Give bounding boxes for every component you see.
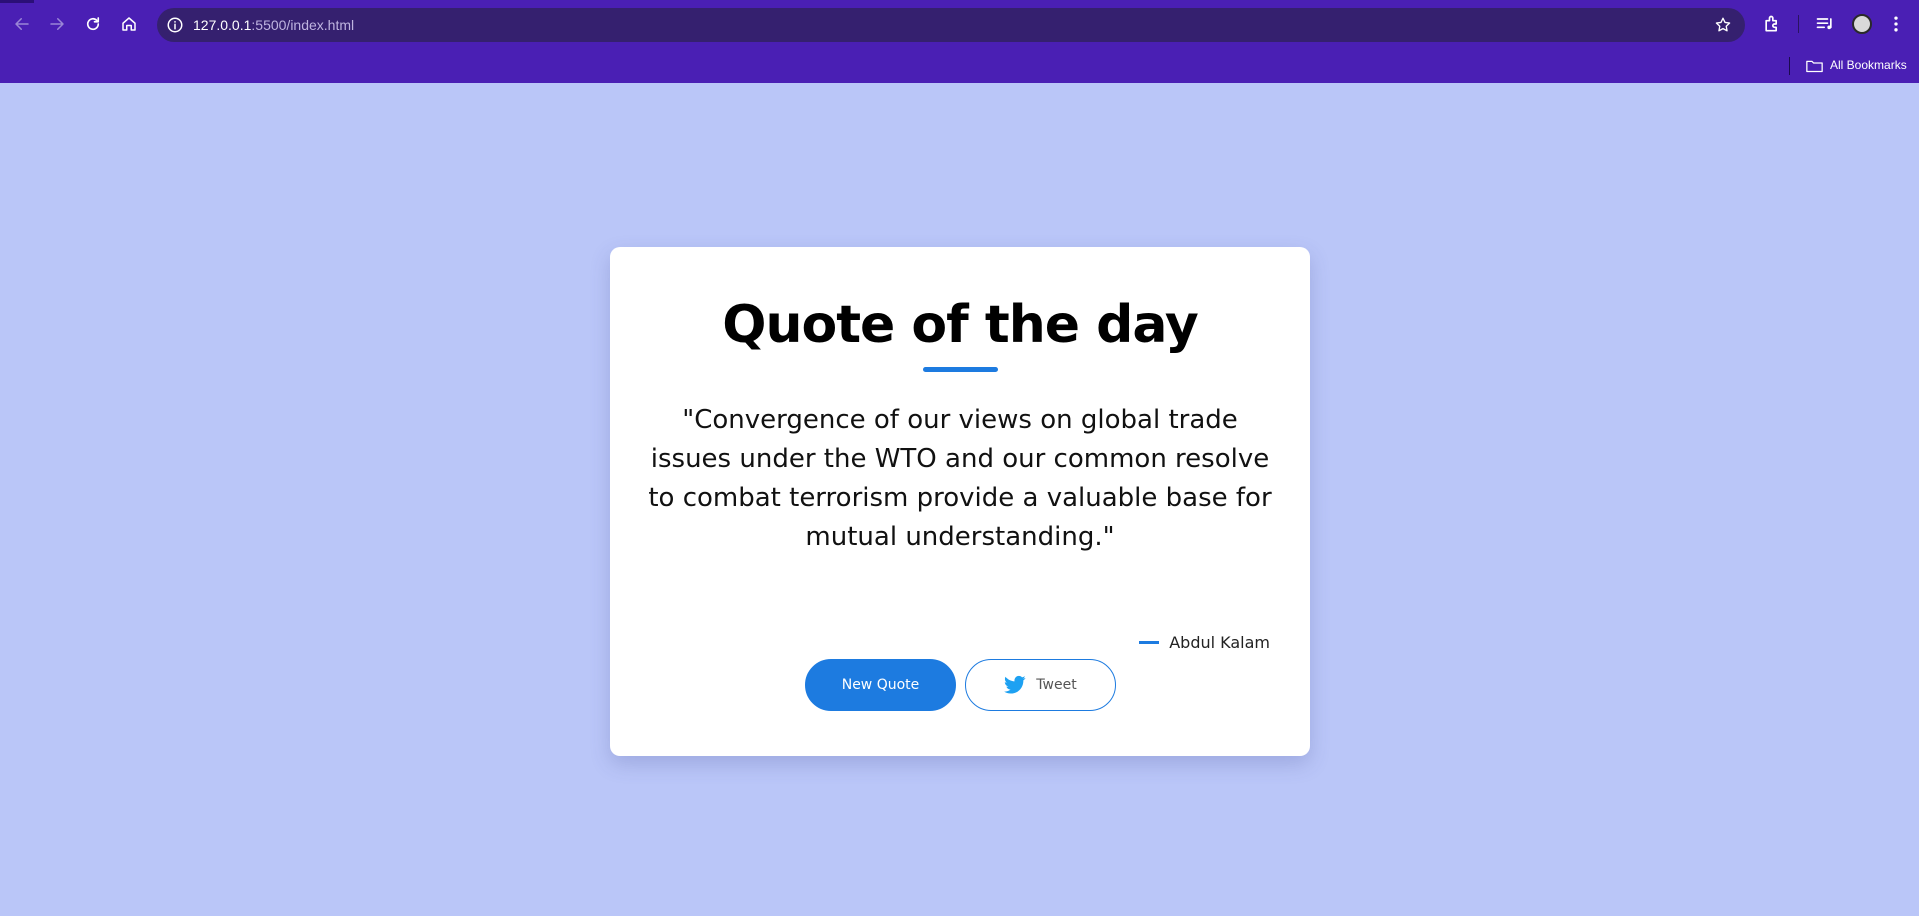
star-icon[interactable] [1714,16,1732,34]
bookmarks-divider [1789,57,1790,75]
forward-button[interactable] [45,12,69,36]
url-path: :5500/index.html [251,17,355,33]
menu-icon[interactable] [1886,14,1906,34]
all-bookmarks-button[interactable]: All Bookmarks [1830,58,1907,72]
extensions-icon[interactable] [1762,14,1782,34]
url-text[interactable]: 127.0.0.1:5500/index.html [193,17,354,33]
author-dash [1139,640,1160,644]
home-button[interactable] [117,12,141,36]
new-quote-button[interactable]: New Quote [805,659,956,711]
tweet-label: Tweet [1036,677,1077,693]
twitter-icon [1004,675,1026,694]
media-icon[interactable] [1815,14,1835,34]
quote-card: Quote of the day "Convergence of our vie… [610,247,1310,756]
page-title: Quote of the day [722,295,1199,355]
url-host: 127.0.0.1 [193,17,252,33]
folder-icon [1806,60,1823,73]
tweet-button[interactable]: Tweet [965,659,1116,711]
browser-chrome: 127.0.0.1:5500/index.html All Bookmarks [0,0,1919,83]
author-row: Abdul Kalam [1139,632,1270,652]
tab-indicator [0,0,34,3]
address-bar[interactable]: 127.0.0.1:5500/index.html [157,8,1745,42]
browser-toolbar: 127.0.0.1:5500/index.html [0,0,1919,49]
forward-icon [50,18,64,30]
new-quote-label: New Quote [841,677,920,693]
toolbar-divider [1798,15,1799,33]
reload-button[interactable] [81,12,105,36]
back-icon [15,18,29,30]
title-underline [923,367,998,372]
back-button[interactable] [10,12,34,36]
site-info-icon[interactable] [166,16,184,34]
reload-icon [86,17,100,31]
profile-avatar[interactable] [1852,14,1872,34]
author-name: Abdul Kalam [1169,632,1270,652]
quote-text: "Convergence of our views on global trad… [648,405,1272,552]
home-icon [122,17,136,31]
bookmarks-bar: All Bookmarks [0,49,1919,83]
